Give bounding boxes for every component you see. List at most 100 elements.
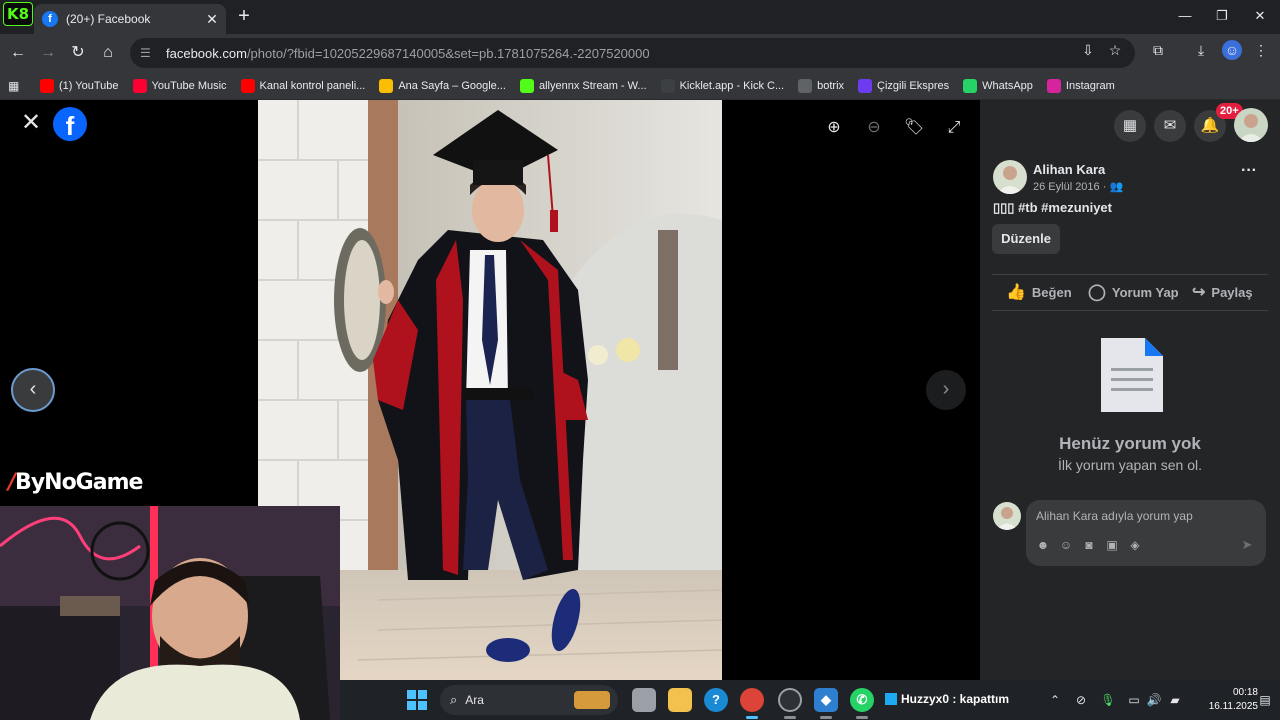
minimize-button[interactable]: — <box>1172 6 1198 26</box>
address-bar[interactable]: ☰ facebook.com/photo/?fbid=1020522968714… <box>130 38 1135 68</box>
forward-button[interactable]: → <box>37 42 59 64</box>
new-tab-button[interactable]: + <box>234 6 254 26</box>
bookmark-label: Kicklet.app - Kick C... <box>679 79 785 92</box>
tag-icon[interactable]: 🏷 <box>900 114 928 142</box>
youtube-music-icon <box>132 78 147 93</box>
volume-icon[interactable]: 🔊 <box>1145 691 1163 709</box>
bookmark-star-icon[interactable]: ☆ <box>1105 40 1125 60</box>
bookmark-label: Çizgili Ekspres <box>877 79 950 92</box>
empty-comments-title: Henüz yorum yok <box>1059 434 1201 453</box>
whatsapp-app-icon[interactable]: ✆ <box>850 688 874 712</box>
bookmark-7[interactable]: Çizgili Ekspres <box>858 78 950 93</box>
back-button[interactable]: ← <box>7 42 29 64</box>
restore-button[interactable]: ❐ <box>1209 6 1235 26</box>
bookmark-8[interactable]: WhatsApp <box>963 78 1033 93</box>
zoom-out-icon[interactable]: ⊖ <box>860 114 888 142</box>
bookmark-4[interactable]: allyennx Stream - W... <box>519 78 647 93</box>
obs-icon[interactable] <box>778 688 802 712</box>
bookmark-label: botrix <box>817 79 845 92</box>
bookmark-2[interactable]: Kanal kontrol paneli... <box>240 78 366 93</box>
whatsapp-active-indicator <box>856 716 868 719</box>
profile-icon[interactable]: ☺ <box>1222 40 1242 60</box>
photo-detail-panel: ▦ ✉ 🔔 20+ Alihan Kara 26 Eylül 2016 · 👥 … <box>980 100 1280 680</box>
bookmark-5[interactable]: Kicklet.app - Kick C... <box>660 78 785 93</box>
apps-grid-icon[interactable]: ▦ <box>8 79 26 93</box>
downloads-icon[interactable]: ⤓ <box>1191 40 1211 60</box>
tab-facebook[interactable]: f (20+) Facebook ✕ <box>34 4 226 34</box>
system-clock[interactable]: 00:18 16.11.2025 <box>1198 686 1258 714</box>
facebook-logo-icon[interactable]: f <box>53 107 87 141</box>
site-info-icon[interactable]: ☰ <box>140 46 156 60</box>
more-options-icon[interactable]: ··· <box>1241 162 1257 180</box>
reload-button[interactable]: ↻ <box>67 42 89 64</box>
post-date[interactable]: 26 Eylül 2016 · 👥 <box>1033 180 1123 193</box>
streamer-webcam <box>0 506 340 720</box>
bookmark-0[interactable]: (1) YouTube <box>40 78 119 93</box>
notification-center-icon[interactable]: ▤ <box>1256 691 1274 709</box>
kicklet-icon <box>660 78 675 93</box>
battery-icon[interactable]: ▰ <box>1166 691 1184 709</box>
kick-notice-icon <box>885 693 897 705</box>
chrome-icon[interactable] <box>740 688 764 712</box>
camera-icon[interactable]: ◙ <box>1080 536 1098 554</box>
tab-title: (20+) Facebook <box>66 12 151 26</box>
extensions-icon[interactable]: ⧉ <box>1148 40 1168 60</box>
viewer-close-icon[interactable]: ✕ <box>20 111 42 135</box>
send-comment-icon[interactable]: ➤ <box>1238 536 1256 554</box>
like-button[interactable]: 👍 Beğen <box>1006 282 1072 302</box>
kick-overlay-badge: K8 <box>3 2 33 26</box>
messenger-icon[interactable]: ✉ <box>1154 110 1186 142</box>
windows-start-icon[interactable] <box>407 690 427 710</box>
taskbar-search[interactable]: ⌕ Ara <box>440 685 618 715</box>
bookmark-label: Ana Sayfa – Google... <box>398 79 506 92</box>
kodi-active-indicator <box>820 716 832 719</box>
botrix-icon <box>798 78 813 93</box>
bookmark-label: YouTube Music <box>151 79 227 92</box>
tab-close-icon[interactable]: ✕ <box>204 11 220 28</box>
obs-active-indicator <box>784 716 796 719</box>
tray-overflow-icon[interactable]: ⌃ <box>1046 691 1064 709</box>
bookmark-3[interactable]: Ana Sayfa – Google... <box>379 78 506 93</box>
author-name[interactable]: Alihan Kara <box>1033 162 1105 177</box>
zoom-in-icon[interactable]: ⊕ <box>820 114 848 142</box>
bynogame-overlay-logo: /ByNoGame <box>8 470 143 495</box>
post-header: Alihan Kara 26 Eylül 2016 · 👥 ··· <box>993 160 1273 196</box>
bookmark-9[interactable]: Instagram <box>1046 78 1115 93</box>
help-icon[interactable]: ? <box>704 688 728 712</box>
bookmark-1[interactable]: YouTube Music <box>132 78 227 93</box>
sticker-icon[interactable]: ◈ <box>1126 536 1144 554</box>
browser-toolbar: ← → ↻ ⌂ ☰ facebook.com/photo/?fbid=10205… <box>0 34 1280 72</box>
emoji-icon[interactable]: ☺ <box>1057 536 1075 554</box>
install-app-icon[interactable]: ⇩ <box>1078 40 1098 60</box>
menu-grid-icon[interactable]: ▦ <box>1114 110 1146 142</box>
chrome-menu-icon[interactable]: ⋮ <box>1251 40 1271 60</box>
window-close-button[interactable]: ✕ <box>1247 6 1273 26</box>
display-icon[interactable]: ▭ <box>1125 691 1143 709</box>
task-view-icon[interactable] <box>632 688 656 712</box>
facebook-favicon-icon: f <box>42 11 58 27</box>
friends-audience-icon: 👥 <box>1109 181 1124 193</box>
home-icon[interactable]: ⌂ <box>97 42 119 64</box>
like-thumb-icon: 👍 <box>1006 284 1026 301</box>
account-avatar[interactable] <box>1234 108 1268 142</box>
share-button[interactable]: ↪ Paylaş <box>1192 282 1253 302</box>
previous-photo-button[interactable]: ‹ <box>11 368 55 412</box>
comment-input[interactable] <box>1036 506 1256 526</box>
fullscreen-icon[interactable]: ⤢ <box>940 114 968 142</box>
network-off-icon[interactable]: ⊘ <box>1072 691 1090 709</box>
comment-button[interactable]: ◯ Yorum Yap <box>1088 282 1179 302</box>
next-photo-button[interactable]: › <box>926 370 966 410</box>
microphone-icon[interactable]: 🎙 <box>1099 691 1117 709</box>
divider <box>992 274 1268 275</box>
file-explorer-icon[interactable] <box>668 688 692 712</box>
bookmark-label: Kanal kontrol paneli... <box>259 79 366 92</box>
author-avatar[interactable] <box>993 160 1027 194</box>
gif-icon[interactable]: ▣ <box>1103 536 1121 554</box>
browser-tab-bar: K8 f (20+) Facebook ✕ + — ❐ ✕ <box>0 0 1280 34</box>
chat-notice: Huzzyx0 : kapattım <box>885 692 1009 706</box>
edit-button[interactable]: Düzenle <box>992 224 1060 254</box>
bookmark-label: (1) YouTube <box>59 79 119 92</box>
avatar-sticker-icon[interactable]: ☻ <box>1034 536 1052 554</box>
kodi-icon[interactable]: ◆ <box>814 688 838 712</box>
bookmark-6[interactable]: botrix <box>798 78 845 93</box>
